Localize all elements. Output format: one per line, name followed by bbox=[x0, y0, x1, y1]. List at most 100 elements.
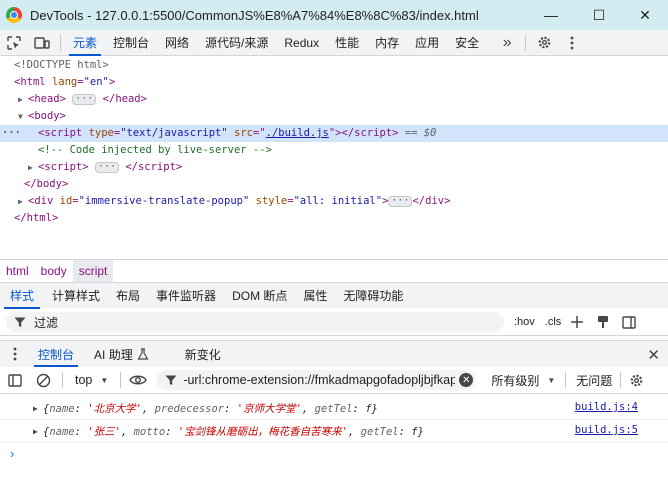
tab-styles[interactable]: 样式 bbox=[0, 283, 44, 309]
expand-triangle-icon[interactable]: ▶ bbox=[18, 91, 28, 108]
flask-icon bbox=[137, 348, 149, 360]
html-close-node[interactable]: </html> bbox=[0, 210, 668, 227]
prop-value: '张三' bbox=[87, 425, 121, 438]
tag-name: head bbox=[34, 93, 60, 105]
drawer-tab-console[interactable]: 控制台 bbox=[30, 341, 82, 367]
tab-sources[interactable]: 源代码/来源 bbox=[197, 30, 276, 56]
tab-network[interactable]: 网络 bbox=[157, 30, 197, 56]
device-toggle-icon[interactable] bbox=[28, 30, 56, 56]
attr-name: id bbox=[59, 195, 73, 207]
script-node-selected[interactable]: ··· <script type="text/javascript" src="… bbox=[0, 125, 668, 142]
collapse-triangle-icon[interactable]: ▼ bbox=[18, 108, 28, 125]
node-actions-icon[interactable]: ··· bbox=[2, 125, 21, 142]
console-message[interactable]: ▶ {name: '张三', motto: '宝剑锋从磨砺出，梅花香自苦寒来',… bbox=[0, 420, 668, 443]
console-message[interactable]: ▶ {name: '北京大学', predecessor: '京师大学堂', g… bbox=[0, 397, 668, 420]
toolbar-divider bbox=[60, 34, 61, 51]
console-settings-icon[interactable] bbox=[629, 373, 644, 388]
chevron-down-icon: ▼ bbox=[547, 375, 556, 385]
attr-value: "en" bbox=[83, 76, 109, 88]
ellipsis-icon[interactable]: ··· bbox=[94, 161, 119, 173]
comment-node[interactable]: <!-- Code injected by live-server --> bbox=[0, 142, 668, 159]
prop-key: name bbox=[49, 425, 75, 438]
ellipsis-icon[interactable]: ··· bbox=[72, 93, 97, 105]
more-tabs-icon[interactable]: » bbox=[493, 30, 521, 56]
add-rule-icon[interactable] bbox=[567, 312, 587, 332]
prop-value: f bbox=[365, 402, 372, 415]
tab-security[interactable]: 安全 bbox=[447, 30, 487, 56]
hover-state-toggle[interactable]: :hov bbox=[514, 316, 535, 328]
expand-triangle-icon[interactable]: ▶ bbox=[18, 193, 28, 210]
src-link[interactable]: ./build.js bbox=[266, 127, 329, 139]
html-node[interactable]: <html lang="en"> bbox=[0, 74, 668, 91]
maximize-button[interactable]: ☐ bbox=[576, 0, 622, 30]
breadcrumb: html body script bbox=[0, 259, 668, 282]
tag-name: html bbox=[20, 76, 46, 88]
body-close-node[interactable]: </body> bbox=[0, 176, 668, 193]
expand-triangle-icon[interactable]: ▶ bbox=[33, 427, 43, 436]
attr-value: "immersive-translate-popup" bbox=[78, 195, 250, 207]
close-drawer-icon[interactable]: ✕ bbox=[647, 346, 660, 364]
tab-application[interactable]: 应用 bbox=[407, 30, 447, 56]
issues-button[interactable]: 无问题 bbox=[576, 372, 612, 389]
comment-text: <!-- Code injected by live-server --> bbox=[38, 144, 272, 156]
close-window-button[interactable]: ✕ bbox=[622, 0, 668, 30]
clear-filter-icon[interactable]: ✕ bbox=[459, 373, 474, 387]
script-node[interactable]: ▶ <script> ··· </script> bbox=[0, 159, 668, 176]
tab-memory[interactable]: 内存 bbox=[367, 30, 407, 56]
tab-dom-breakpoints[interactable]: DOM 断点 bbox=[224, 283, 295, 309]
tab-accessibility[interactable]: 无障碍功能 bbox=[335, 283, 411, 309]
paint-brush-icon[interactable] bbox=[593, 312, 613, 332]
inspect-element-icon[interactable] bbox=[0, 30, 28, 56]
expand-triangle-icon[interactable]: ▶ bbox=[33, 404, 43, 413]
source-link[interactable]: build.js:4 bbox=[575, 401, 638, 413]
elements-tree: <!DOCTYPE html> <html lang="en"> ▶ <head>… bbox=[0, 57, 668, 257]
expand-triangle-icon[interactable]: ▶ bbox=[28, 159, 38, 176]
tab-console[interactable]: 控制台 bbox=[105, 30, 157, 56]
styles-filter-input[interactable]: 过滤 bbox=[6, 312, 504, 332]
tab-event-listeners[interactable]: 事件监听器 bbox=[148, 283, 224, 309]
console-prompt[interactable]: › bbox=[10, 446, 14, 461]
breadcrumb-body[interactable]: body bbox=[35, 260, 73, 282]
log-levels-dropdown[interactable]: 所有级别 ▼ bbox=[491, 372, 555, 389]
breadcrumb-script[interactable]: script bbox=[72, 259, 114, 282]
toolbar-divider bbox=[565, 372, 567, 388]
tag-name: div bbox=[425, 195, 445, 207]
tab-redux[interactable]: Redux bbox=[276, 30, 327, 56]
tab-properties[interactable]: 属性 bbox=[295, 283, 335, 309]
drawer-tab-label: AI 助理 bbox=[94, 347, 133, 362]
context-label: top bbox=[75, 373, 93, 387]
toolbar-divider bbox=[120, 372, 122, 388]
doctype-node[interactable]: <!DOCTYPE html> bbox=[0, 57, 668, 74]
tab-performance[interactable]: 性能 bbox=[327, 30, 367, 56]
ellipsis-icon[interactable]: ··· bbox=[388, 195, 413, 207]
console-sidebar-icon[interactable] bbox=[0, 373, 30, 387]
filter-icon bbox=[14, 317, 26, 327]
tab-computed[interactable]: 计算样式 bbox=[44, 283, 108, 309]
prop-key: getTel bbox=[360, 425, 399, 438]
sidebar-toggle-icon[interactable] bbox=[619, 312, 639, 332]
kebab-menu-icon[interactable] bbox=[558, 30, 586, 56]
prop-value: '京师大学堂' bbox=[236, 402, 302, 415]
drawer-tab-whats-new[interactable]: 新变化 bbox=[177, 341, 229, 367]
breadcrumb-html[interactable]: html bbox=[0, 260, 35, 282]
tag-name: script bbox=[44, 127, 83, 139]
chrome-logo-icon bbox=[6, 7, 22, 23]
tab-elements[interactable]: 元素 bbox=[65, 30, 105, 56]
console-filter-value: -url:chrome-extension://fmkadmapgofadopl… bbox=[183, 373, 456, 387]
drawer-menu-icon[interactable] bbox=[0, 347, 30, 361]
source-link[interactable]: build.js:5 bbox=[575, 424, 638, 436]
console-filter-input[interactable]: -url:chrome-extension://fmkadmapgofadopl… bbox=[157, 370, 476, 390]
head-node[interactable]: ▶ <head> ··· </head> bbox=[0, 91, 668, 108]
chevron-down-icon: ▼ bbox=[100, 375, 109, 385]
context-selector[interactable]: top ▼ bbox=[69, 373, 114, 387]
tag-name: script bbox=[137, 161, 176, 173]
clear-console-icon[interactable] bbox=[30, 373, 56, 388]
tab-layout[interactable]: 布局 bbox=[108, 283, 148, 309]
minimize-button[interactable]: — bbox=[528, 0, 574, 30]
gear-icon[interactable] bbox=[530, 30, 558, 56]
eye-icon[interactable] bbox=[127, 374, 149, 386]
drawer-tab-ai-assistant[interactable]: AI 助理 bbox=[86, 341, 157, 367]
class-toggle[interactable]: .cls bbox=[545, 316, 562, 328]
body-node[interactable]: ▼ <body> bbox=[0, 108, 668, 125]
div-node[interactable]: ▶ <div id="immersive-translate-popup" sty… bbox=[0, 193, 668, 210]
